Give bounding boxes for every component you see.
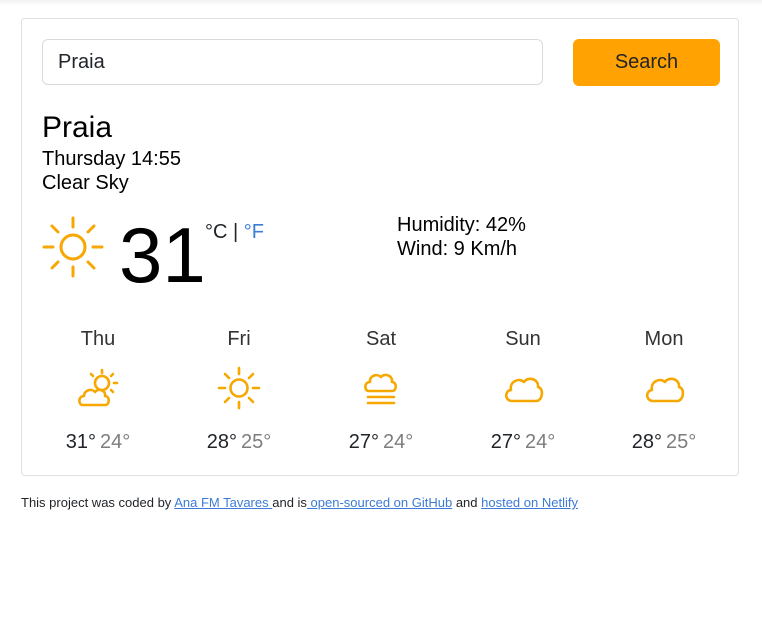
city-name: Praia (42, 111, 113, 144)
forecast-min-temp: 25° (666, 431, 697, 453)
author-link[interactable]: Ana FM Tavares (174, 495, 272, 510)
forecast-temps: 31° 24° (38, 430, 158, 454)
github-link[interactable]: open-sourced on GitHub (307, 495, 453, 510)
wind: Wind: 9 Km/h (397, 238, 518, 260)
footer-text: and (452, 495, 482, 510)
netlify-link[interactable]: hosted on Netlify (481, 495, 578, 510)
partly-cloudy-icon (75, 365, 121, 411)
forecast-day-name: Fri (227, 328, 251, 350)
search-button[interactable]: Search (573, 39, 720, 86)
cloud-icon (641, 365, 687, 411)
cloud-icon (500, 365, 546, 411)
top-bar (0, 0, 762, 6)
forecast-min-temp: 25° (241, 431, 272, 453)
forecast-min-temp: 24° (383, 431, 414, 453)
forecast-min-temp: 24° (100, 431, 131, 453)
current-temperature: 31 (119, 211, 206, 299)
footer-text: This project was coded by (21, 495, 175, 510)
forecast-temps: 27° 24° (463, 430, 583, 454)
forecast-day-name: Mon (644, 328, 684, 350)
forecast-temps: 28° 25° (179, 430, 299, 454)
unit-toggle: °C | °F (205, 221, 264, 243)
unit-separator: | (227, 221, 244, 243)
forecast-day-name: Sat (365, 328, 397, 350)
forecast-max-temp: 31° (65, 431, 96, 453)
weather-card: Search Praia Thursday 14:55 Clear Sky 31… (21, 18, 739, 476)
forecast-day-name: Thu (80, 328, 116, 350)
fahrenheit-link[interactable]: °F (244, 221, 264, 243)
forecast-max-temp: 27° (490, 431, 521, 453)
date-time: Thursday 14:55 (42, 148, 181, 170)
forecast-max-temp: 28° (631, 431, 662, 453)
sun-icon (40, 214, 106, 280)
fog-icon (358, 365, 404, 411)
search-input[interactable] (42, 39, 543, 85)
forecast-min-temp: 24° (525, 431, 556, 453)
forecast-max-temp: 28° (206, 431, 237, 453)
humidity: Humidity: 42% (397, 214, 526, 236)
footer: This project was coded by Ana FM Tavares… (21, 495, 578, 511)
footer-text: and is (272, 495, 307, 510)
forecast-day-name: Sun (505, 328, 541, 350)
weather-description: Clear Sky (42, 172, 129, 194)
forecast-temps: 27° 24° (321, 430, 441, 454)
celsius-unit: °C (205, 221, 228, 243)
sun-icon (216, 365, 262, 411)
forecast-temps: 28° 25° (604, 430, 724, 454)
forecast-max-temp: 27° (348, 431, 379, 453)
